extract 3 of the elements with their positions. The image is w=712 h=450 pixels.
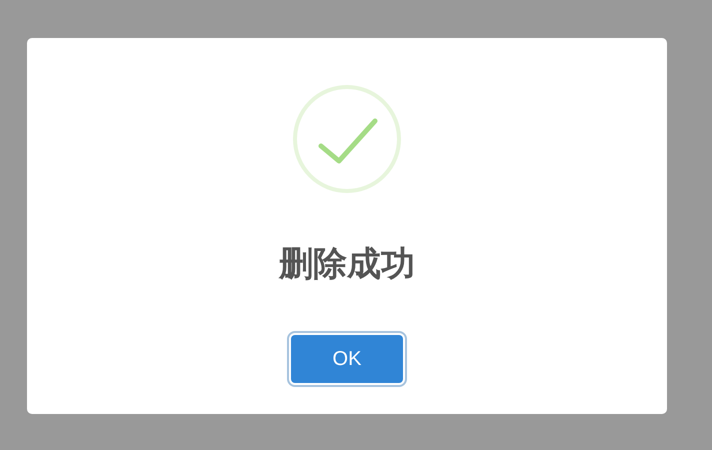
success-check-icon <box>292 84 402 194</box>
dialog-title: 删除成功 <box>279 244 415 284</box>
ok-button[interactable]: OK <box>291 335 403 383</box>
